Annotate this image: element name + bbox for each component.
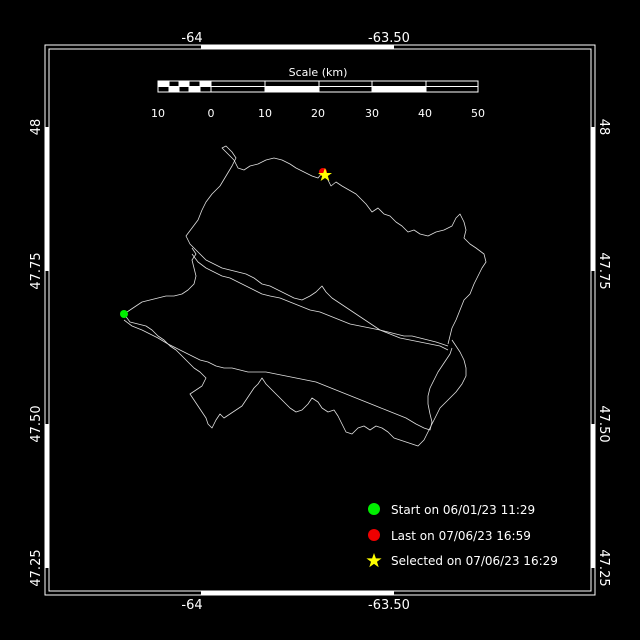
legend: Start on 06/01/23 11:29 Last on 07/06/23… [366, 503, 558, 568]
legend-start-label: Start on 06/01/23 11:29 [391, 503, 535, 517]
legend-last-label: Last on 07/06/23 16:59 [391, 529, 531, 543]
start-marker [120, 310, 128, 318]
lat-tick-left-2: 47.75 [29, 252, 44, 289]
legend-selected-label: Selected on 07/06/23 16:29 [391, 554, 558, 568]
map-background [0, 0, 640, 640]
lat-tick-right-3: 47.50 [596, 405, 611, 442]
scale-bar-title: Scale (km) [289, 66, 348, 79]
scale-label-10: 10 [258, 107, 272, 120]
scale-label-20: 20 [311, 107, 325, 120]
lat-tick-left-4: 47.25 [29, 549, 44, 586]
lat-tick-left-3: 47.50 [29, 405, 44, 442]
scale-label-10-left: 10 [151, 107, 165, 120]
lat-tick-right-2: 47.75 [596, 252, 611, 289]
lon-tick-top-2: -63.50 [368, 31, 410, 46]
lat-tick-left-1: 48 [29, 119, 44, 136]
lon-tick-bottom-2: -63.50 [368, 598, 410, 613]
lon-tick-top-1: -64 [181, 31, 202, 46]
track-map: -64 -63.50 -64 -63.50 48 47.75 47.50 47.… [0, 0, 640, 640]
legend-last-icon [368, 529, 380, 541]
scale-label-50: 50 [471, 107, 485, 120]
scale-label-0: 0 [208, 107, 215, 120]
scale-label-40: 40 [418, 107, 432, 120]
lon-tick-bottom-1: -64 [181, 598, 202, 613]
lat-tick-right-1: 48 [596, 119, 611, 136]
lat-tick-right-4: 47.25 [596, 549, 611, 586]
scale-label-30: 30 [365, 107, 379, 120]
legend-start-icon [368, 503, 380, 515]
